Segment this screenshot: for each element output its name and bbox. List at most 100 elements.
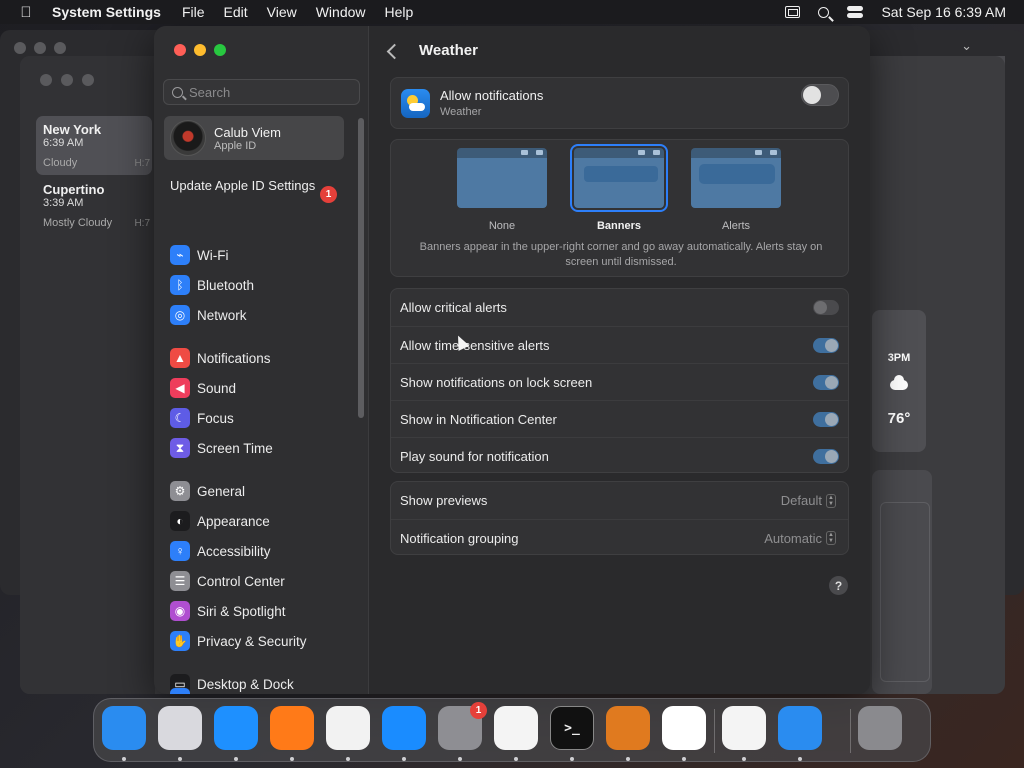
setting-label: Play sound for notification: [400, 448, 549, 464]
back-button[interactable]: [389, 41, 400, 57]
running-indicator: [458, 757, 462, 761]
sidebar-item-notifications[interactable]: ▲ Notifications: [170, 346, 350, 370]
sidebar-item-network[interactable]: ◎ Network: [170, 303, 350, 327]
menu-edit[interactable]: Edit: [224, 4, 248, 20]
sidebar-item-appearance[interactable]: ◐ Appearance: [170, 509, 350, 533]
terminal-icon[interactable]: >_: [550, 706, 594, 750]
running-indicator: [402, 757, 406, 761]
style-alerts-thumbnail: [691, 148, 781, 208]
setting-popup-button[interactable]: Automatic ▲ ▼: [764, 531, 836, 546]
sidebar-item-focus[interactable]: ☾ Focus: [170, 406, 350, 430]
weather-city-item[interactable]: Cupertino 3:39 AM Mostly Cloudy H:7: [36, 176, 152, 235]
style-option-none[interactable]: None: [455, 148, 549, 232]
allow-notifications-toggle[interactable]: [801, 84, 839, 106]
gear-icon: ⚙: [170, 481, 190, 501]
menu-help[interactable]: Help: [385, 4, 414, 20]
help-button[interactable]: ?: [829, 576, 848, 595]
style-label: Alerts: [721, 220, 751, 232]
setting-row: Notification grouping Automatic ▲ ▼: [391, 519, 848, 556]
sidebar-item-privacy-security[interactable]: ✋ Privacy & Security: [170, 629, 350, 653]
style-banners-thumbnail: [570, 144, 668, 212]
menu-clock[interactable]: Sat Sep 16 6:39 AM: [881, 4, 1006, 20]
style-option-alerts[interactable]: Alerts: [689, 148, 783, 232]
sidebar-item-bluetooth[interactable]: ᛒ Bluetooth: [170, 273, 350, 297]
cloud-icon: [890, 375, 908, 390]
spotlight-search-icon[interactable]: [818, 6, 830, 18]
vscode-icon[interactable]: [662, 706, 706, 750]
sidebar-item-wi-fi[interactable]: ⌁ Wi-Fi: [170, 243, 350, 267]
running-indicator: [798, 757, 802, 761]
sidebar-scrollbar[interactable]: [358, 118, 364, 418]
speaker-icon: ◀: [170, 378, 190, 398]
screen-mirroring-icon[interactable]: [785, 6, 801, 18]
terminal-prompt-glyph: >_: [564, 720, 580, 736]
running-indicator: [742, 757, 746, 761]
hourly-forecast-card: 3PM 76°: [872, 310, 926, 452]
setting-toggle[interactable]: [813, 374, 839, 390]
city-condition: Mostly Cloudy: [43, 217, 113, 229]
visual-studio-icon[interactable]: [722, 706, 766, 750]
weather-detail-card: [872, 470, 932, 694]
setting-toggle[interactable]: [813, 411, 839, 427]
menu-file[interactable]: File: [182, 4, 205, 20]
sidebar-item-sound[interactable]: ◀ Sound: [170, 376, 350, 400]
popup-value: Default: [780, 493, 822, 508]
menu-view[interactable]: View: [267, 4, 297, 20]
apple-id-account[interactable]: Calub Viem Apple ID: [164, 116, 344, 160]
garageband-icon[interactable]: [606, 706, 650, 750]
style-option-banners[interactable]: Banners: [570, 144, 668, 232]
control-center-menubar-icon[interactable]: [847, 5, 864, 19]
partial-sidebar-icon: [170, 688, 190, 694]
preview-options-card: Show previews Default ▲ ▼ Notification group…: [390, 481, 849, 555]
running-indicator: [682, 757, 686, 761]
sidebar-item-screen-time[interactable]: ⧗ Screen Time: [170, 436, 350, 460]
setting-toggle[interactable]: [813, 448, 839, 464]
city-name: New York: [43, 122, 102, 137]
trash-icon[interactable]: [858, 706, 902, 750]
sidebar-item-accessibility[interactable]: ♀ Accessibility: [170, 539, 350, 563]
city-high-low: H:7: [134, 158, 150, 169]
chrome-icon[interactable]: [326, 706, 370, 750]
firefox-icon[interactable]: [270, 706, 314, 750]
hourglass-icon: ⧗: [170, 438, 190, 458]
apple-menu-icon[interactable]: : [0, 4, 52, 21]
style-description: Banners appear in the upper-right corner…: [419, 241, 823, 268]
menu-window[interactable]: Window: [316, 4, 366, 20]
menu-app-name[interactable]: System Settings: [52, 4, 161, 20]
close-window-button[interactable]: [174, 44, 186, 56]
search-input[interactable]: [189, 84, 349, 100]
setting-popup-button[interactable]: Default ▲ ▼: [781, 493, 836, 508]
running-indicator: [178, 757, 182, 761]
moon-icon: ☾: [170, 408, 190, 428]
app-store-icon[interactable]: [382, 706, 426, 750]
setting-toggle[interactable]: [813, 300, 839, 315]
launchpad-icon[interactable]: [158, 706, 202, 750]
weather-city-item[interactable]: New York 6:39 AM Cloudy H:7: [36, 116, 152, 175]
zoom-window-button[interactable]: [214, 44, 226, 56]
sidebar-item-label: Control Center: [197, 573, 285, 589]
safari-icon[interactable]: [214, 706, 258, 750]
finder-icon[interactable]: [102, 706, 146, 750]
weather-icon[interactable]: [778, 706, 822, 750]
sidebar-item-general[interactable]: ⚙ General: [170, 479, 350, 503]
sidebar-item-label: Desktop & Dock: [197, 676, 294, 692]
chevron-down-icon[interactable]: ⌄: [961, 38, 972, 54]
sidebar-item-label: Bluetooth: [197, 277, 255, 293]
sidebar-search[interactable]: [163, 79, 360, 105]
dock-separator: [850, 709, 851, 753]
city-high-low: H:7: [134, 218, 150, 229]
system-settings-window: Calub Viem Apple ID Update Apple ID Sett…: [154, 26, 870, 694]
setting-label: Allow critical alerts: [400, 300, 507, 315]
sidebar-item-desktop-dock[interactable]: ▭ Desktop & Dock: [170, 672, 350, 694]
style-none-thumbnail: [457, 148, 547, 208]
sidebar-item-control-center[interactable]: ☰ Control Center: [170, 569, 350, 593]
sidebar-item-siri-spotlight[interactable]: ◉ Siri & Spotlight: [170, 599, 350, 623]
setting-row: Show in Notification Center: [391, 400, 848, 437]
style-label: Banners: [596, 220, 642, 232]
menu-bar:  System Settings File Edit View Window …: [0, 0, 1024, 24]
textedit-icon[interactable]: [494, 706, 538, 750]
minimize-window-button[interactable]: [194, 44, 206, 56]
setting-toggle[interactable]: [813, 337, 839, 353]
appearance-icon: ◐: [170, 511, 190, 531]
forecast-temp: 76°: [887, 410, 911, 427]
